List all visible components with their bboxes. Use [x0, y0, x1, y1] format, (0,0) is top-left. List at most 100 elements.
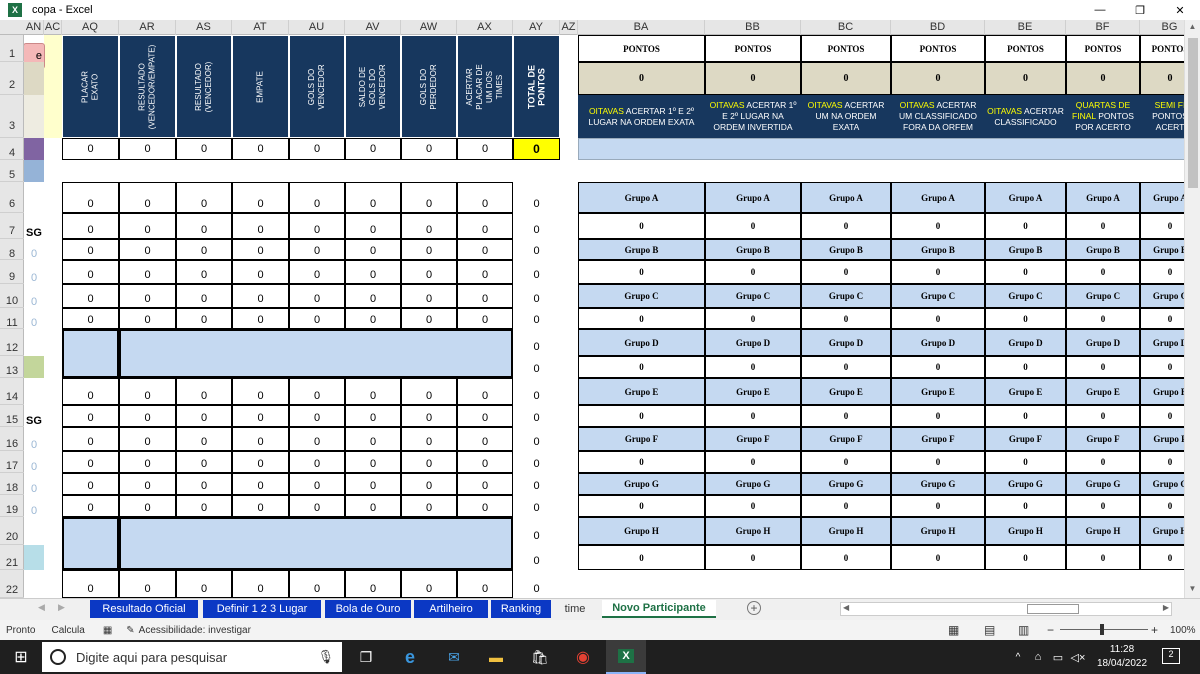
group-value[interactable]: 0	[705, 213, 801, 239]
total-cell[interactable]: 0	[513, 545, 560, 570]
row-header[interactable]: 5	[0, 160, 24, 182]
row-header[interactable]: 3	[0, 95, 24, 138]
sheet-tab[interactable]: Definir 1 2 3 Lugar	[203, 600, 321, 618]
group-label[interactable]: Grupo G	[1140, 473, 1184, 495]
group-label[interactable]: Grupo E	[1066, 378, 1140, 405]
group-label[interactable]: Grupo C	[801, 284, 891, 308]
group-value[interactable]: 0	[891, 308, 985, 329]
group-value[interactable]: 0	[1066, 545, 1140, 570]
score-cell[interactable]: 0	[345, 260, 401, 284]
group-label[interactable]: Grupo E	[801, 378, 891, 405]
merged-block[interactable]	[62, 329, 119, 378]
pontos-value[interactable]: 0	[1140, 62, 1184, 95]
score-cell[interactable]: 0	[289, 138, 345, 160]
excel-taskbar-icon[interactable]: X	[606, 640, 646, 674]
group-label[interactable]: Grupo A	[1140, 182, 1184, 213]
group-value[interactable]: 0	[1066, 451, 1140, 473]
score-cell[interactable]: 0	[232, 570, 289, 598]
score-cell[interactable]: 0	[119, 284, 176, 308]
group-value[interactable]: 0	[578, 356, 705, 378]
score-cell[interactable]: 0	[232, 308, 289, 329]
score-cell[interactable]: 0	[232, 182, 289, 213]
group-label[interactable]: Grupo H	[985, 517, 1066, 545]
score-cell[interactable]: 0	[289, 405, 345, 427]
zoom-slider[interactable]	[1060, 629, 1148, 630]
group-label[interactable]: Grupo B	[891, 239, 985, 260]
group-label[interactable]: Grupo G	[1066, 473, 1140, 495]
score-cell[interactable]: 0	[401, 239, 457, 260]
group-value[interactable]: 0	[891, 213, 985, 239]
score-cell[interactable]: 0	[289, 378, 345, 405]
column-header[interactable]: AU	[289, 20, 345, 35]
group-label[interactable]: Grupo G	[985, 473, 1066, 495]
score-cell[interactable]: 0	[457, 138, 513, 160]
score-cell[interactable]: 0	[457, 495, 513, 517]
group-label[interactable]: Grupo C	[1140, 284, 1184, 308]
score-cell[interactable]: 0	[176, 570, 232, 598]
page-break-icon[interactable]: ▥	[1018, 623, 1029, 637]
score-cell[interactable]: 0	[345, 570, 401, 598]
score-cell[interactable]: 0	[457, 570, 513, 598]
row-header[interactable]: 13	[0, 356, 24, 378]
pontos-value[interactable]: 0	[985, 62, 1066, 95]
group-value[interactable]: 0	[705, 545, 801, 570]
group-value[interactable]: 0	[1140, 451, 1184, 473]
horizontal-scrollbar[interactable]: ◀ ▶	[840, 602, 1172, 616]
clock[interactable]: 11:28 18/04/2022	[1092, 643, 1152, 671]
sheet-tab[interactable]: Artilheiro	[414, 600, 488, 618]
hscroll-thumb[interactable]	[1027, 604, 1079, 614]
zoom-slider-thumb[interactable]	[1100, 624, 1104, 635]
score-cell[interactable]: 0	[289, 213, 345, 239]
row-header[interactable]: 4	[0, 138, 24, 160]
row-header[interactable]: 20	[0, 517, 24, 545]
file-explorer-icon[interactable]: ▬	[482, 640, 510, 674]
column-header[interactable]: AQ	[62, 20, 119, 35]
score-cell[interactable]: 0	[62, 495, 119, 517]
group-label[interactable]: Grupo A	[985, 182, 1066, 213]
group-value[interactable]: 0	[705, 495, 801, 517]
score-cell[interactable]: 0	[289, 182, 345, 213]
score-cell[interactable]: 0	[401, 260, 457, 284]
score-cell[interactable]: 0	[119, 213, 176, 239]
score-cell[interactable]: 0	[457, 451, 513, 473]
group-label[interactable]: Grupo A	[1066, 182, 1140, 213]
sheet-grid[interactable]: PLACAR EXATO RESULTADO (VENCEDOR/EMPATE) R…	[24, 35, 1184, 598]
score-cell[interactable]: 0	[232, 427, 289, 451]
score-cell[interactable]: 0	[232, 378, 289, 405]
column-header[interactable]: AS	[176, 20, 232, 35]
total-cell[interactable]: 0	[513, 239, 560, 260]
group-label[interactable]: Grupo G	[801, 473, 891, 495]
score-cell[interactable]: 0	[232, 213, 289, 239]
score-cell[interactable]: 0	[176, 182, 232, 213]
score-cell[interactable]: 0	[345, 405, 401, 427]
total-cell[interactable]: 0	[513, 308, 560, 329]
score-cell[interactable]: 0	[345, 495, 401, 517]
row-header[interactable]: 16	[0, 427, 24, 451]
pontos-value[interactable]: 0	[1066, 62, 1140, 95]
task-view-icon[interactable]: ❐	[352, 640, 380, 674]
group-value[interactable]: 0	[801, 495, 891, 517]
score-cell[interactable]: 0	[176, 308, 232, 329]
group-label[interactable]: Grupo D	[1066, 329, 1140, 356]
group-value[interactable]: 0	[1066, 213, 1140, 239]
total-cell[interactable]: 0	[513, 495, 560, 517]
score-cell[interactable]: 0	[457, 308, 513, 329]
group-label[interactable]: Grupo F	[1066, 427, 1140, 451]
score-cell[interactable]: 0	[62, 182, 119, 213]
store-icon[interactable]: 🛍	[526, 640, 554, 674]
score-cell[interactable]: 0	[457, 213, 513, 239]
score-cell[interactable]: 0	[289, 495, 345, 517]
column-header[interactable]: BB	[705, 20, 801, 35]
score-cell[interactable]: 0	[62, 570, 119, 598]
group-label[interactable]: Grupo C	[891, 284, 985, 308]
group-value[interactable]: 0	[985, 495, 1066, 517]
column-header[interactable]: AY	[513, 20, 560, 35]
group-value[interactable]: 0	[1066, 308, 1140, 329]
group-label[interactable]: Grupo G	[891, 473, 985, 495]
score-cell[interactable]: 0	[62, 138, 119, 160]
minimize-button[interactable]: —	[1080, 0, 1120, 20]
score-cell[interactable]: 0	[457, 473, 513, 495]
group-label[interactable]: Grupo D	[578, 329, 705, 356]
group-value[interactable]: 0	[1140, 308, 1184, 329]
score-cell[interactable]: 0	[119, 138, 176, 160]
